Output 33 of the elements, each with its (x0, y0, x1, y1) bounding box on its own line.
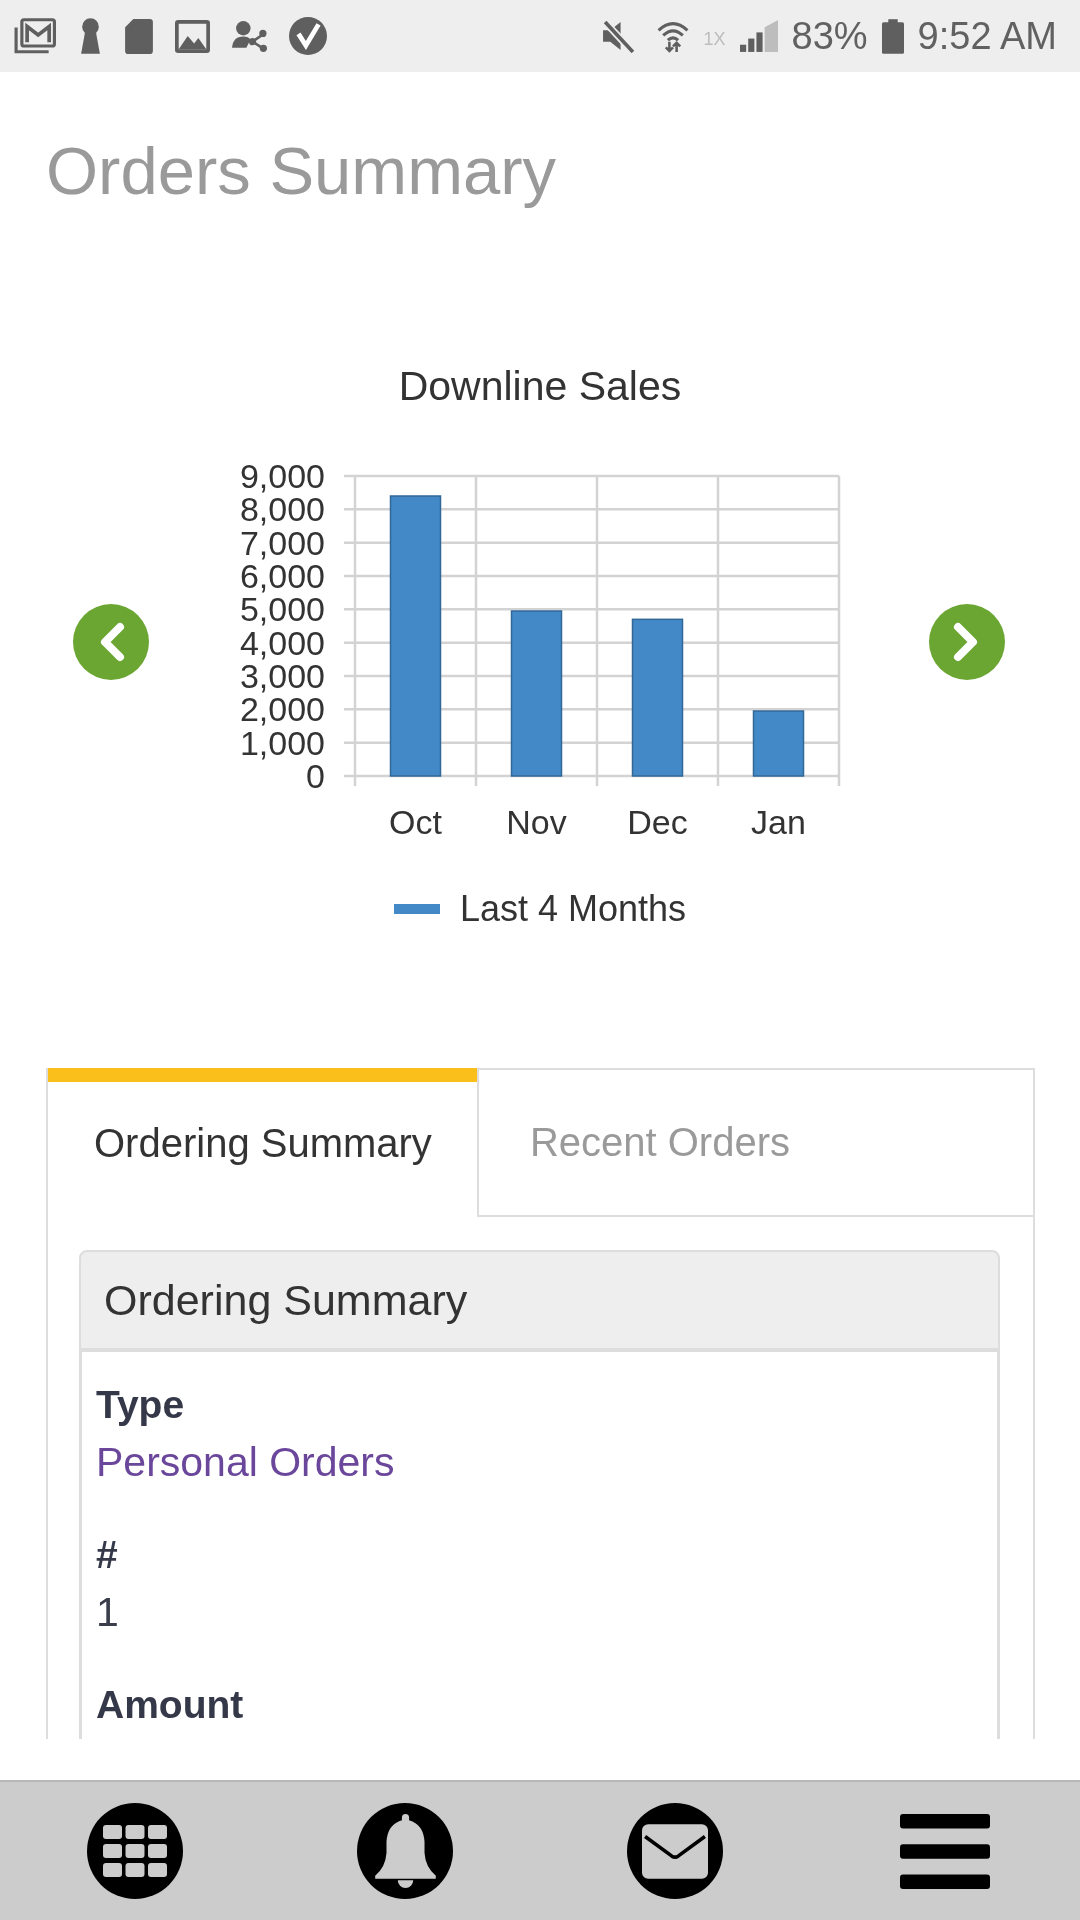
field-label: # (96, 1532, 118, 1578)
field-value: 1 (96, 1589, 119, 1635)
bell-icon (372, 1814, 438, 1888)
x-axis-label: Jan (751, 803, 806, 841)
field-link[interactable]: Personal Orders (96, 1439, 395, 1485)
panel-header: Ordering Summary (79, 1250, 1000, 1352)
clock-time: 9:52 AM (917, 15, 1057, 57)
mail-icon (14, 18, 56, 54)
mute-icon (601, 19, 636, 53)
grid-icon (103, 1825, 167, 1877)
menu-icon (900, 1813, 990, 1889)
y-axis-label: 9,000 (239, 460, 325, 495)
field-label: Type (96, 1382, 185, 1428)
legend-label: Last 4 Months (459, 887, 687, 931)
image-icon (175, 19, 210, 53)
signal-icon (739, 20, 778, 52)
x-axis-label: Nov (506, 803, 567, 841)
battery-percent: 83% (791, 15, 868, 57)
keyhole-icon (78, 18, 103, 54)
bar (752, 710, 805, 777)
field-label: Amount (96, 1682, 244, 1728)
menu-button[interactable] (900, 1813, 990, 1889)
page-title: Orders Summary (46, 132, 557, 210)
sd-card-icon (125, 18, 153, 54)
y-axis-label: 0 (306, 757, 325, 795)
person-share-icon (232, 20, 267, 52)
battery-icon (881, 18, 904, 54)
envelope-icon (642, 1823, 708, 1879)
chart-title: Downline Sales (398, 362, 682, 410)
x-axis-label: Dec (627, 803, 688, 841)
check-circle-icon (289, 17, 327, 55)
wifi-icon (657, 19, 690, 53)
x-axis-label: Oct (389, 803, 442, 841)
